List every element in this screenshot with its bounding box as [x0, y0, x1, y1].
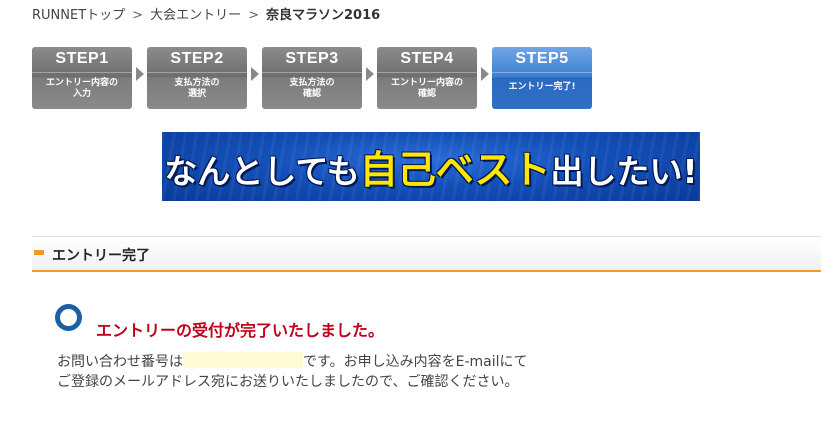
step-progress: STEP1 エントリー内容の 入力 STEP2 支払方法の 選択 STEP3 支払方… [32, 47, 632, 109]
step-number: STEP5 [492, 47, 592, 73]
section-marker-icon [34, 250, 44, 255]
step-4: STEP4 エントリー内容の 確認 [377, 47, 477, 109]
banner-text: なんとしても自己ベスト出したい! [164, 148, 698, 192]
section-title: エントリー完了 [52, 248, 150, 264]
step-2: STEP2 支払方法の 選択 [147, 47, 247, 109]
chevron-right-icon [136, 67, 144, 81]
breadcrumb: RUNNETトップ > 大会エントリー > 奈良マラソン2016 [32, 4, 380, 23]
step-label: 支払方法の 選択 [174, 78, 220, 99]
success-circle-icon [55, 304, 82, 331]
breadcrumb-separator: > [248, 8, 259, 23]
step-number: STEP2 [147, 47, 247, 73]
breadcrumb-link-race-entry[interactable]: 大会エントリー [150, 8, 241, 23]
completion-message: エントリーの受付が完了いたしました。 [96, 321, 385, 340]
step-3: STEP3 支払方法の 確認 [262, 47, 362, 109]
step-number: STEP1 [32, 47, 132, 73]
chevron-right-icon [481, 67, 489, 81]
banner-highlight: 自己ベスト [359, 148, 551, 192]
section-header: エントリー完了 [32, 236, 821, 272]
step-5: STEP5 エントリー完了! [492, 47, 592, 109]
step-1: STEP1 エントリー内容の 入力 [32, 47, 132, 109]
breadcrumb-separator: > [132, 8, 144, 23]
step-label: エントリー内容の 入力 [45, 78, 118, 99]
chevron-right-icon [366, 67, 374, 81]
completion-details: お問い合わせ番号は です。お申し込み内容をE-mailにて ご登録のメールアドレス… [57, 352, 528, 390]
chevron-right-icon [251, 67, 259, 81]
inquiry-number-masked [183, 352, 303, 368]
breadcrumb-link-runnet-top[interactable]: RUNNETトップ [32, 8, 125, 23]
step-number: STEP4 [377, 47, 477, 73]
step-label: 支払方法の 確認 [289, 78, 335, 99]
step-number: STEP3 [262, 47, 362, 73]
step-label: エントリー内容の 確認 [390, 78, 463, 99]
promo-banner[interactable]: なんとしても自己ベスト出したい! [162, 132, 700, 201]
breadcrumb-current: 奈良マラソン2016 [265, 8, 381, 23]
step-label: エントリー完了! [508, 82, 576, 92]
